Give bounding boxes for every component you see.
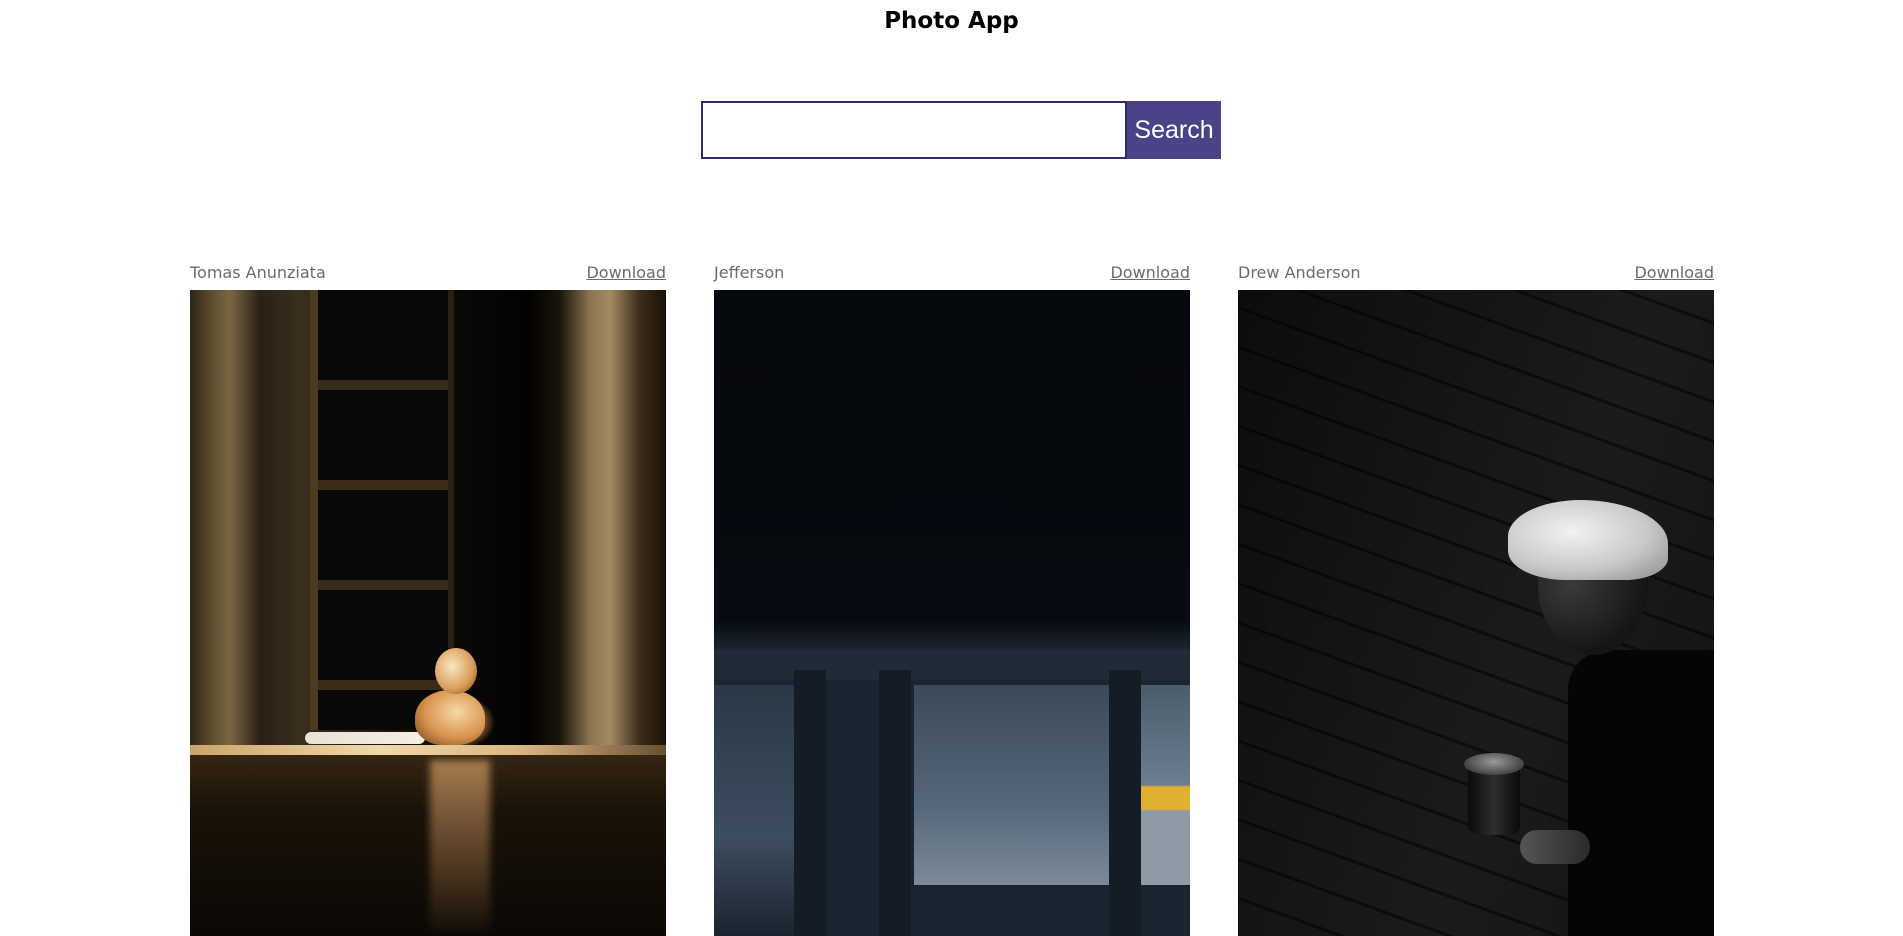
photo-image[interactable] [1238, 290, 1714, 936]
photo-detail [430, 760, 490, 930]
search-input[interactable] [701, 101, 1127, 159]
download-link[interactable]: Download [1634, 263, 1714, 282]
photo-card-header: Tomas Anunziata Download [190, 262, 666, 282]
photo-card: Jefferson Download [714, 262, 1190, 936]
download-link[interactable]: Download [1110, 263, 1190, 282]
search-button[interactable]: Search [1127, 101, 1221, 159]
photo-card-header: Drew Anderson Download [1238, 262, 1714, 282]
photo-author: Jefferson [714, 262, 785, 282]
photo-detail [435, 648, 477, 694]
photo-detail [305, 732, 425, 744]
photo-image[interactable] [190, 290, 666, 936]
photo-detail [415, 690, 485, 745]
photo-card: Drew Anderson Download [1238, 262, 1714, 936]
photo-detail [794, 670, 826, 936]
photo-detail [879, 670, 911, 936]
photo-author: Tomas Anunziata [190, 262, 326, 282]
photo-image[interactable] [714, 290, 1190, 936]
search-form: Search [701, 101, 1221, 159]
photo-detail [310, 290, 454, 730]
photo-author: Drew Anderson [1238, 262, 1361, 282]
photo-detail [1109, 670, 1141, 936]
photo-detail [1464, 753, 1524, 775]
photo-card: Tomas Anunziata Download [190, 262, 666, 936]
photo-detail [190, 745, 666, 755]
photo-gallery: Tomas Anunziata Download Jefferson Downl… [190, 262, 1714, 936]
photo-detail [914, 685, 1114, 885]
photo-detail [1520, 830, 1590, 864]
photo-detail [1568, 650, 1714, 936]
photo-card-header: Jefferson Download [714, 262, 1190, 282]
photo-detail [1139, 685, 1190, 885]
app-title: Photo App [884, 8, 1019, 34]
download-link[interactable]: Download [586, 263, 666, 282]
